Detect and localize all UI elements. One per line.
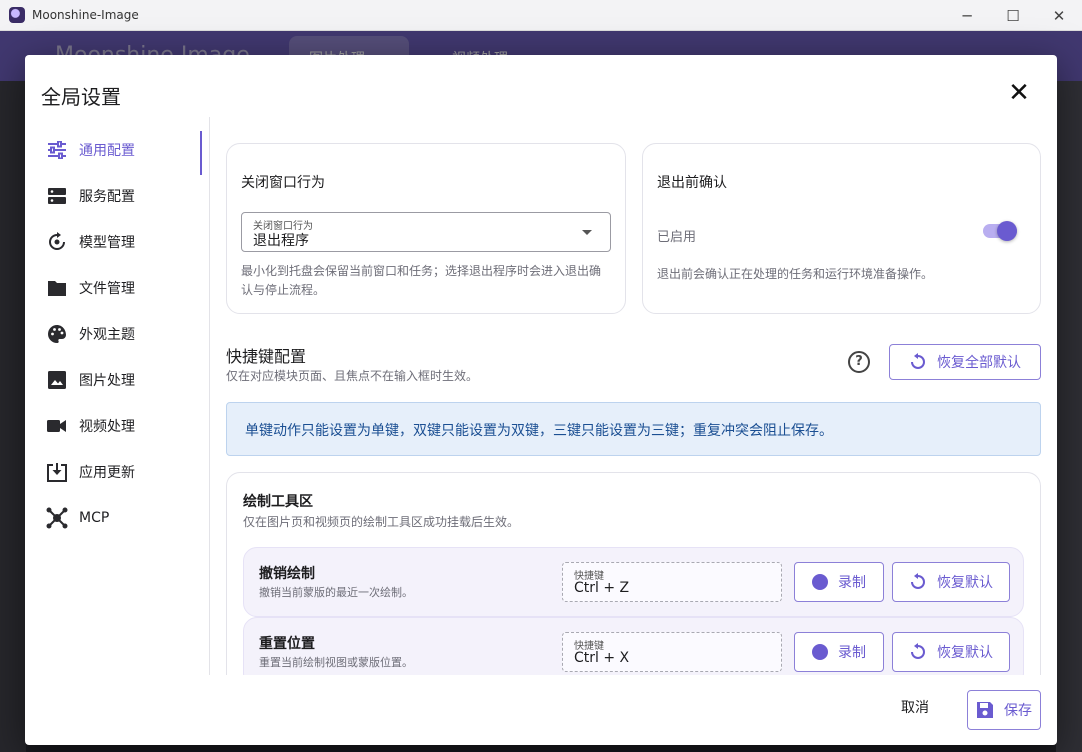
close-icon[interactable]: ✕ — [1036, 0, 1082, 31]
image-icon — [46, 369, 68, 391]
video-icon — [46, 415, 68, 437]
window-titlebar: Moonshine-Image ─ ☐ ✕ — [0, 0, 1082, 31]
minimize-icon[interactable]: ─ — [944, 0, 990, 31]
exit-confirm-toggle[interactable] — [983, 221, 1017, 241]
help-icon[interactable]: ? — [848, 351, 870, 373]
sliders-icon — [46, 139, 68, 161]
draw-tools-subtitle: 仅在图片页和视频页的绘制工具区成功挂载后生效。 — [243, 515, 520, 529]
record-button[interactable]: 录制 — [794, 562, 884, 602]
close-behavior-title: 关闭窗口行为 — [241, 175, 325, 191]
palette-icon — [46, 323, 68, 345]
shortcut-row-undo: 撤销绘制 撤销当前蒙版的最近一次绘制。 快捷键 Ctrl + Z 录制 恢复默认 — [243, 547, 1024, 617]
shortcut-desc: 重置当前绘制视图或蒙版位置。 — [259, 656, 413, 669]
sidebar-item-service[interactable]: 服务配置 — [25, 176, 210, 216]
close-behavior-value: 退出程序 — [253, 233, 309, 249]
toggle-knob — [997, 221, 1017, 241]
global-settings-dialog: 全局设置 ✕ 通用配置 服务配置 模型管理 文件管理 外观主题 图片处理 视频处… — [25, 55, 1057, 745]
sidebar-item-label: 服务配置 — [79, 189, 135, 205]
sidebar-item-image[interactable]: 图片处理 — [25, 360, 210, 400]
chevron-down-icon — [582, 230, 592, 235]
sidebar-item-theme[interactable]: 外观主题 — [25, 314, 210, 354]
settings-sidebar: 通用配置 服务配置 模型管理 文件管理 外观主题 图片处理 视频处理 应用更新 … — [25, 117, 210, 675]
shortcut-title: 重置位置 — [259, 636, 315, 652]
update-download-icon — [46, 461, 68, 483]
sidebar-item-general[interactable]: 通用配置 — [25, 130, 210, 175]
exit-confirm-title: 退出前确认 — [657, 175, 727, 191]
info-banner-text: 单键动作只能设置为单键，双键只能设置为双键，三键只能设置为三键；重复冲突会阻止保… — [245, 423, 833, 439]
sidebar-item-files[interactable]: 文件管理 — [25, 268, 210, 308]
close-behavior-help: 最小化到托盘会保留当前窗口和任务；选择退出程序时会进入退出确认与停止流程。 — [241, 264, 602, 297]
sidebar-item-update[interactable]: 应用更新 — [25, 452, 210, 492]
close-behavior-card: 关闭窗口行为 关闭窗口行为 退出程序 最小化到托盘会保留当前窗口和任务；选择退出… — [226, 143, 626, 314]
record-label: 录制 — [838, 645, 866, 661]
hotkey-value: Ctrl + X — [574, 650, 630, 666]
draw-tools-title: 绘制工具区 — [243, 494, 313, 510]
reset-all-defaults-button[interactable]: 恢复全部默认 — [889, 344, 1041, 380]
settings-content: 关闭窗口行为 关闭窗口行为 退出程序 最小化到托盘会保留当前窗口和任务；选择退出… — [211, 117, 1057, 675]
reset-default-label: 恢复默认 — [937, 645, 993, 661]
hotkey-value: Ctrl + Z — [574, 580, 630, 596]
reset-all-label: 恢复全部默认 — [937, 355, 1021, 371]
record-label: 录制 — [838, 575, 866, 591]
shortcut-title: 撤销绘制 — [259, 566, 315, 582]
sidebar-item-label: 应用更新 — [79, 465, 135, 481]
record-dot-icon — [812, 644, 828, 660]
cancel-button[interactable]: 取消 — [901, 697, 929, 717]
record-button[interactable]: 录制 — [794, 632, 884, 672]
exit-confirm-card: 退出前确认 已启用 退出前会确认正在处理的任务和运行环境准备操作。 — [642, 143, 1041, 314]
model-sync-icon — [46, 231, 68, 253]
shortcut-row-reset-position: 重置位置 重置当前绘制视图或蒙版位置。 快捷键 Ctrl + X 录制 恢复默认 — [243, 617, 1024, 675]
info-banner: 单键动作只能设置为单键，双键只能设置为双键，三键只能设置为三键；重复冲突会阻止保… — [226, 402, 1041, 456]
save-button[interactable]: 保存 — [967, 690, 1041, 730]
sidebar-item-label: 视频处理 — [79, 419, 135, 435]
sidebar-item-models[interactable]: 模型管理 — [25, 222, 210, 262]
save-label: 保存 — [1004, 703, 1032, 719]
sidebar-item-label: 外观主题 — [79, 327, 135, 343]
close-behavior-select[interactable]: 关闭窗口行为 退出程序 — [241, 212, 611, 252]
maximize-icon[interactable]: ☐ — [990, 0, 1036, 31]
app-logo-icon — [9, 7, 25, 23]
dialog-title: 全局设置 — [41, 85, 121, 109]
reset-icon — [911, 643, 925, 659]
exit-confirm-status: 已启用 — [657, 230, 697, 245]
record-dot-icon — [812, 574, 828, 590]
reset-default-button[interactable]: 恢复默认 — [892, 562, 1010, 602]
server-icon — [46, 185, 68, 207]
sidebar-item-video[interactable]: 视频处理 — [25, 406, 210, 446]
sidebar-item-label: 图片处理 — [79, 373, 135, 389]
draw-tools-group: 绘制工具区 仅在图片页和视频页的绘制工具区成功挂载后生效。 撤销绘制 撤销当前蒙… — [226, 472, 1041, 675]
window-title: Moonshine-Image — [32, 8, 139, 22]
sidebar-item-label: 文件管理 — [79, 281, 135, 297]
shortcuts-title: 快捷键配置 — [226, 347, 307, 366]
shortcut-desc: 撤销当前蒙版的最近一次绘制。 — [259, 586, 413, 599]
folder-icon — [46, 277, 68, 299]
reset-icon — [911, 353, 925, 369]
sidebar-item-label: 通用配置 — [79, 143, 135, 159]
hotkey-field[interactable]: 快捷键 Ctrl + Z — [562, 562, 782, 602]
exit-confirm-help: 退出前会确认正在处理的任务和运行环境准备操作。 — [657, 267, 934, 281]
shortcuts-subtitle: 仅在对应模块页面、且焦点不在输入框时生效。 — [226, 369, 479, 383]
dialog-close-icon[interactable]: ✕ — [1007, 80, 1031, 106]
hotkey-field[interactable]: 快捷键 Ctrl + X — [562, 632, 782, 672]
sidebar-item-label: 模型管理 — [79, 235, 135, 251]
sidebar-item-label: MCP — [79, 510, 110, 526]
reset-default-label: 恢复默认 — [937, 575, 993, 591]
sidebar-item-mcp[interactable]: MCP — [25, 498, 210, 538]
reset-default-button[interactable]: 恢复默认 — [892, 632, 1010, 672]
save-icon — [977, 702, 993, 718]
reset-icon — [911, 573, 925, 589]
hub-icon — [46, 507, 68, 529]
